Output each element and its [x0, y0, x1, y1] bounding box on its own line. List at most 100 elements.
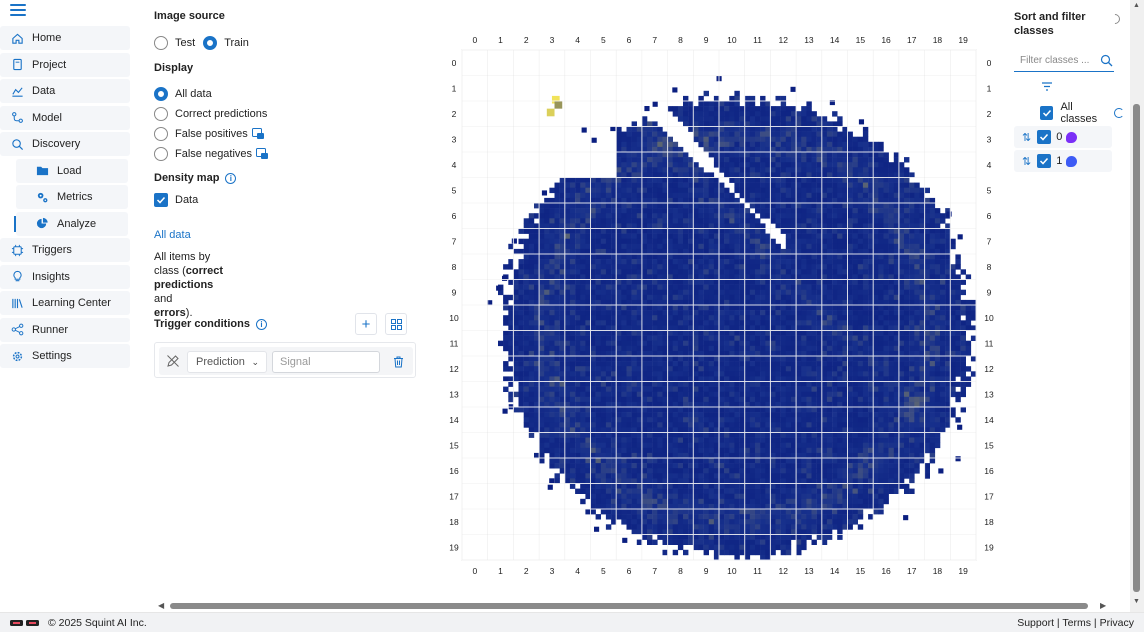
heat-cell [934, 361, 941, 367]
add-condition-button[interactable]: + [355, 313, 377, 335]
heat-cell [703, 197, 709, 204]
heat-cell [569, 248, 576, 255]
radio-false-positives[interactable] [154, 127, 168, 141]
heat-cell [878, 345, 884, 352]
heat-cell [857, 167, 864, 173]
display-option-correct[interactable]: Correct predictions [154, 104, 267, 124]
heat-cell [806, 264, 812, 270]
heat-cell [842, 182, 848, 188]
heat-cell [791, 330, 797, 336]
heat-cell [508, 305, 514, 311]
heat-cell [791, 401, 797, 408]
heat-cell [755, 350, 761, 357]
heat-cell [801, 417, 807, 423]
gallery-icon[interactable] [251, 128, 265, 140]
sidebar-item-project[interactable]: Project [0, 52, 130, 77]
heat-cell [544, 432, 550, 438]
radio-false-negatives[interactable] [154, 147, 168, 161]
sidebar-item-metrics[interactable]: Metrics [16, 185, 128, 209]
heat-cell [621, 248, 627, 255]
sidebar-item-model[interactable]: Model [0, 105, 130, 130]
sidebar-item-learning-center[interactable]: Learning Center [0, 291, 130, 315]
display-option-false-negatives[interactable]: False negatives [154, 144, 269, 164]
sidebar-item-analyze[interactable]: Analyze [14, 211, 128, 236]
heat-cell [693, 187, 699, 194]
heat-cell [837, 157, 843, 163]
heat-cell [528, 350, 535, 357]
heat-cell [785, 422, 792, 428]
sidebar-item-data[interactable]: Data [0, 79, 130, 103]
heat-cell [924, 259, 930, 265]
condition-select[interactable]: Prediction ⌄ [187, 351, 267, 373]
add-group-button[interactable] [385, 313, 407, 335]
heat-cell [693, 223, 699, 229]
heat-cell [616, 228, 622, 234]
heat-cell [796, 248, 802, 255]
density-data-checkbox[interactable] [154, 193, 168, 207]
heat-cell [703, 412, 709, 418]
radio-test[interactable] [154, 36, 168, 50]
info-icon[interactable]: i [225, 172, 237, 184]
heat-cell [611, 208, 617, 214]
heat-cell [647, 274, 653, 280]
heat-cell [744, 289, 751, 296]
sidebar-item-insights[interactable]: Insights [0, 264, 130, 289]
heat-cell [549, 289, 555, 296]
heat-cell [816, 386, 823, 392]
display-option-all-data[interactable]: All data [154, 84, 212, 104]
heat-cell [749, 310, 756, 316]
heat-cell [605, 238, 612, 245]
heat-cell [842, 243, 848, 250]
heat-cell [554, 213, 560, 219]
heat-cell [611, 238, 617, 245]
density-data-checkbox-row[interactable]: Data [154, 190, 198, 210]
heat-cell [688, 238, 694, 245]
sidebar-item-runner[interactable]: Runner [0, 317, 130, 342]
heat-cell [770, 121, 776, 127]
info-icon[interactable]: i [255, 318, 267, 330]
gallery-icon[interactable] [256, 148, 269, 160]
heat-cell [729, 248, 735, 255]
heat-cell [719, 146, 725, 153]
menu-icon[interactable] [10, 4, 26, 18]
heat-cell [842, 381, 848, 387]
heat-cell [873, 197, 879, 204]
heat-cell [888, 401, 894, 408]
heat-cell [791, 106, 797, 112]
sidebar-item-settings[interactable]: Settings [0, 344, 130, 368]
heat-cell [641, 356, 648, 362]
heat-cell [924, 356, 930, 362]
heat-cell [842, 284, 848, 290]
heat-cell [621, 136, 627, 143]
heat-cell [914, 381, 920, 387]
heat-cell [734, 371, 740, 377]
sidebar-item-load[interactable]: Load [16, 158, 128, 183]
heat-cell [765, 233, 771, 239]
delete-condition-button[interactable] [387, 351, 409, 373]
radio-correct-predictions[interactable] [154, 107, 168, 121]
heat-cell [698, 412, 704, 418]
heat-cell [868, 274, 874, 280]
heat-cell [893, 152, 900, 158]
heat-cell [616, 172, 622, 178]
heat-cell [826, 289, 833, 296]
sidebar-item-home[interactable]: Home [0, 26, 130, 50]
heat-cell [734, 294, 740, 301]
heat-cell [811, 407, 817, 413]
radio-all-data[interactable] [154, 87, 168, 101]
display-option-false-positives[interactable]: False positives [154, 124, 265, 144]
radio-train[interactable] [203, 36, 218, 50]
heat-cell [775, 310, 781, 316]
heat-cell [677, 356, 684, 362]
sidebar-item-triggers[interactable]: Triggers [0, 238, 130, 262]
heat-cell [683, 187, 689, 194]
density-heatmap[interactable]: 0 0 1 1 2 2 3 3 4 4 5 5 6 6 7 7 8 8 9 9 10 10 11 11 12 12 13 13 14 14… [446, 30, 996, 582]
heat-cell [667, 274, 673, 280]
all-data-link[interactable]: All data [154, 229, 191, 241]
sidebar-item-discovery[interactable]: Discovery [0, 132, 130, 156]
signal-input[interactable] [272, 351, 380, 373]
heatmap-svg[interactable]: 0011223344556677889910101111121213131414… [446, 30, 996, 582]
heat-cell [914, 294, 920, 301]
edit-off-icon[interactable] [166, 354, 180, 368]
heat-cell [893, 325, 900, 331]
